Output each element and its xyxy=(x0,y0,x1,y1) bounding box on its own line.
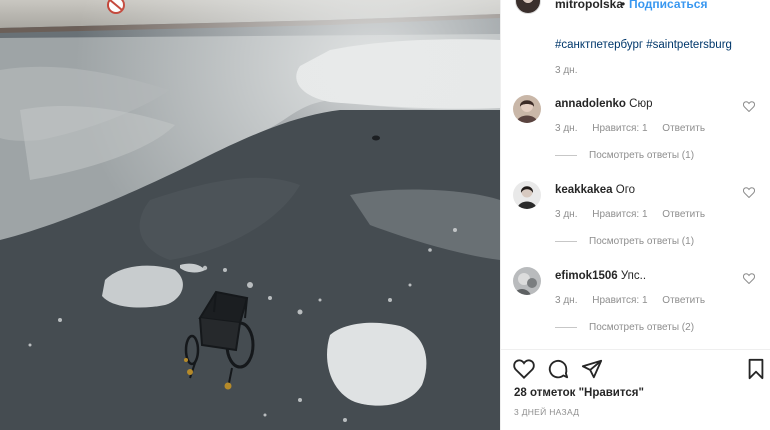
heart-icon[interactable] xyxy=(743,187,755,198)
heart-icon[interactable] xyxy=(743,273,755,284)
author-username[interactable]: mitropolska xyxy=(555,0,623,11)
comment-likes[interactable]: Нравится: 1 xyxy=(592,295,647,306)
comment-body: Сюр xyxy=(629,98,653,110)
hashtag-link[interactable]: #saintpetersburg xyxy=(646,39,732,51)
post-header: mitropolska • Подписаться xyxy=(501,0,770,14)
commenter-username[interactable]: efimok1506 xyxy=(555,270,618,282)
view-replies-button[interactable]: Посмотреть ответы (1) xyxy=(555,236,694,247)
commenter-avatar[interactable] xyxy=(513,181,541,209)
commenter-username[interactable]: keakkakea xyxy=(555,184,613,196)
view-replies-label: Посмотреть ответы (2) xyxy=(589,322,695,333)
comment-text: annadolenko Сюр xyxy=(555,98,652,110)
commenter-username[interactable]: annadolenko xyxy=(555,98,626,110)
heart-icon[interactable] xyxy=(743,101,755,112)
post-sidebar: mitropolska • Подписаться #санктпетербур… xyxy=(500,0,770,430)
commenter-avatar[interactable] xyxy=(513,267,541,295)
view-replies-button[interactable]: Посмотреть ответы (1) xyxy=(555,150,694,161)
actions-divider xyxy=(501,349,770,350)
replies-divider xyxy=(555,154,577,156)
comment-meta: 3 дн. Нравится: 1 Ответить xyxy=(555,209,717,220)
replies-divider xyxy=(555,326,577,328)
header-separator: • xyxy=(621,0,626,11)
comment-text: efimok1506 Упс.. xyxy=(555,270,646,282)
comment-item: keakkakea Ого 3 дн. Нравится: 1 Ответить… xyxy=(501,181,770,267)
follow-button[interactable]: Подписаться xyxy=(629,0,707,11)
likes-count[interactable]: 28 отметок "Нравится" xyxy=(514,387,644,399)
comment-likes[interactable]: Нравится: 1 xyxy=(592,209,647,220)
bookmark-icon[interactable] xyxy=(745,358,767,380)
comment-item: efimok1506 Упс.. 3 дн. Нравится: 1 Ответ… xyxy=(501,267,770,353)
post-date: 3 ДНЕЙ НАЗАД xyxy=(514,407,580,417)
view-replies-button[interactable]: Посмотреть ответы (2) xyxy=(555,322,694,333)
post-actions xyxy=(501,356,770,382)
post-image xyxy=(0,0,500,430)
reply-button[interactable]: Ответить xyxy=(662,123,705,134)
heart-icon[interactable] xyxy=(513,358,535,380)
comment-time: 3 дн. xyxy=(555,123,578,134)
reply-button[interactable]: Ответить xyxy=(662,295,705,306)
author-avatar[interactable] xyxy=(515,0,541,14)
comment-likes[interactable]: Нравится: 1 xyxy=(592,123,647,134)
reply-button[interactable]: Ответить xyxy=(662,209,705,220)
view-replies-label: Посмотреть ответы (1) xyxy=(589,236,695,247)
comment-meta: 3 дн. Нравится: 1 Ответить xyxy=(555,123,717,134)
comment-time: 3 дн. xyxy=(555,295,578,306)
comment-time: 3 дн. xyxy=(555,209,578,220)
comment-icon[interactable] xyxy=(547,358,569,380)
hashtag-link[interactable]: #санктпетербург xyxy=(555,39,643,51)
view-replies-label: Посмотреть ответы (1) xyxy=(589,150,695,161)
comment-meta: 3 дн. Нравится: 1 Ответить xyxy=(555,295,717,306)
comment-text: keakkakea Ого xyxy=(555,184,635,196)
replies-divider xyxy=(555,240,577,242)
post-photo[interactable] xyxy=(0,0,500,430)
caption-time: 3 дн. xyxy=(555,65,578,76)
comment-body: Упс.. xyxy=(620,270,647,282)
send-icon[interactable] xyxy=(581,358,603,380)
commenter-avatar[interactable] xyxy=(513,95,541,123)
comment-item: annadolenko Сюр 3 дн. Нравится: 1 Ответи… xyxy=(501,95,770,181)
comment-body: Ого xyxy=(615,184,636,196)
caption-hashtags: #санктпетербург #saintpetersburg xyxy=(555,39,732,51)
